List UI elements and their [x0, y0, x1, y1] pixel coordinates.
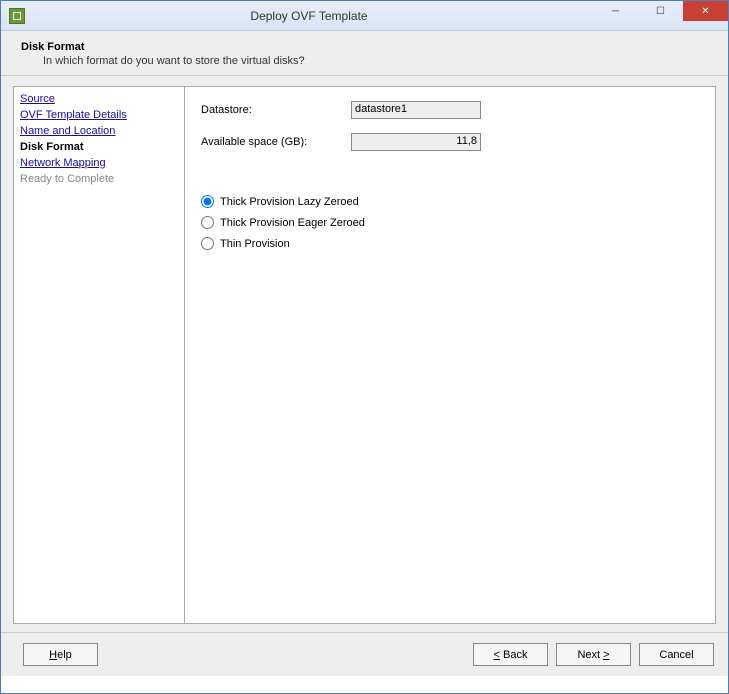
datastore-label: Datastore:: [201, 104, 351, 116]
radio-thick-eager-input[interactable]: [201, 216, 214, 229]
radio-thin-input[interactable]: [201, 237, 214, 250]
radio-thin[interactable]: Thin Provision: [201, 237, 699, 250]
provision-radio-group: Thick Provision Lazy Zeroed Thick Provis…: [201, 195, 699, 250]
radio-thick-lazy[interactable]: Thick Provision Lazy Zeroed: [201, 195, 699, 208]
window-controls: ─ ☐ ✕: [593, 1, 728, 30]
radio-thin-label: Thin Provision: [220, 238, 290, 250]
sidebar-item-ovf-details[interactable]: OVF Template Details: [20, 107, 178, 123]
sidebar-item-ready: Ready to Complete: [20, 171, 178, 187]
sidebar-item-source[interactable]: Source: [20, 91, 178, 107]
datastore-row: Datastore: datastore1: [201, 101, 699, 119]
back-button-label: Back: [503, 649, 527, 661]
main-area: Source OVF Template Details Name and Loc…: [1, 76, 728, 632]
wizard-header: Disk Format In which format do you want …: [1, 31, 728, 76]
wizard-footer: HHelpelp < Back Next > Cancel: [1, 632, 728, 676]
radio-thick-lazy-label: Thick Provision Lazy Zeroed: [220, 196, 359, 208]
available-space-label: Available space (GB):: [201, 136, 351, 148]
available-space-value: 11,8: [351, 133, 481, 151]
sidebar-item-name-location[interactable]: Name and Location: [20, 123, 178, 139]
vsphere-icon: [9, 8, 25, 24]
wizard-steps: Source OVF Template Details Name and Loc…: [13, 86, 185, 624]
sidebar-item-disk-format: Disk Format: [20, 139, 178, 155]
radio-thick-eager[interactable]: Thick Provision Eager Zeroed: [201, 216, 699, 229]
back-button[interactable]: < Back: [473, 643, 548, 666]
radio-thick-lazy-input[interactable]: [201, 195, 214, 208]
datastore-value: datastore1: [351, 101, 481, 119]
next-button-label: Next: [577, 649, 600, 661]
content-pane: Datastore: datastore1 Available space (G…: [185, 86, 716, 624]
titlebar: Deploy OVF Template ─ ☐ ✕: [1, 1, 728, 31]
maximize-button[interactable]: ☐: [638, 1, 683, 21]
minimize-button[interactable]: ─: [593, 1, 638, 21]
available-space-row: Available space (GB): 11,8: [201, 133, 699, 151]
page-subtitle: In which format do you want to store the…: [43, 55, 708, 67]
window-title: Deploy OVF Template: [25, 9, 593, 23]
close-button[interactable]: ✕: [683, 1, 728, 21]
sidebar-item-network-mapping[interactable]: Network Mapping: [20, 155, 178, 171]
radio-thick-eager-label: Thick Provision Eager Zeroed: [220, 217, 365, 229]
help-button[interactable]: HHelpelp: [23, 643, 98, 666]
page-title: Disk Format: [21, 41, 708, 53]
cancel-button[interactable]: Cancel: [639, 643, 714, 666]
next-button[interactable]: Next >: [556, 643, 631, 666]
